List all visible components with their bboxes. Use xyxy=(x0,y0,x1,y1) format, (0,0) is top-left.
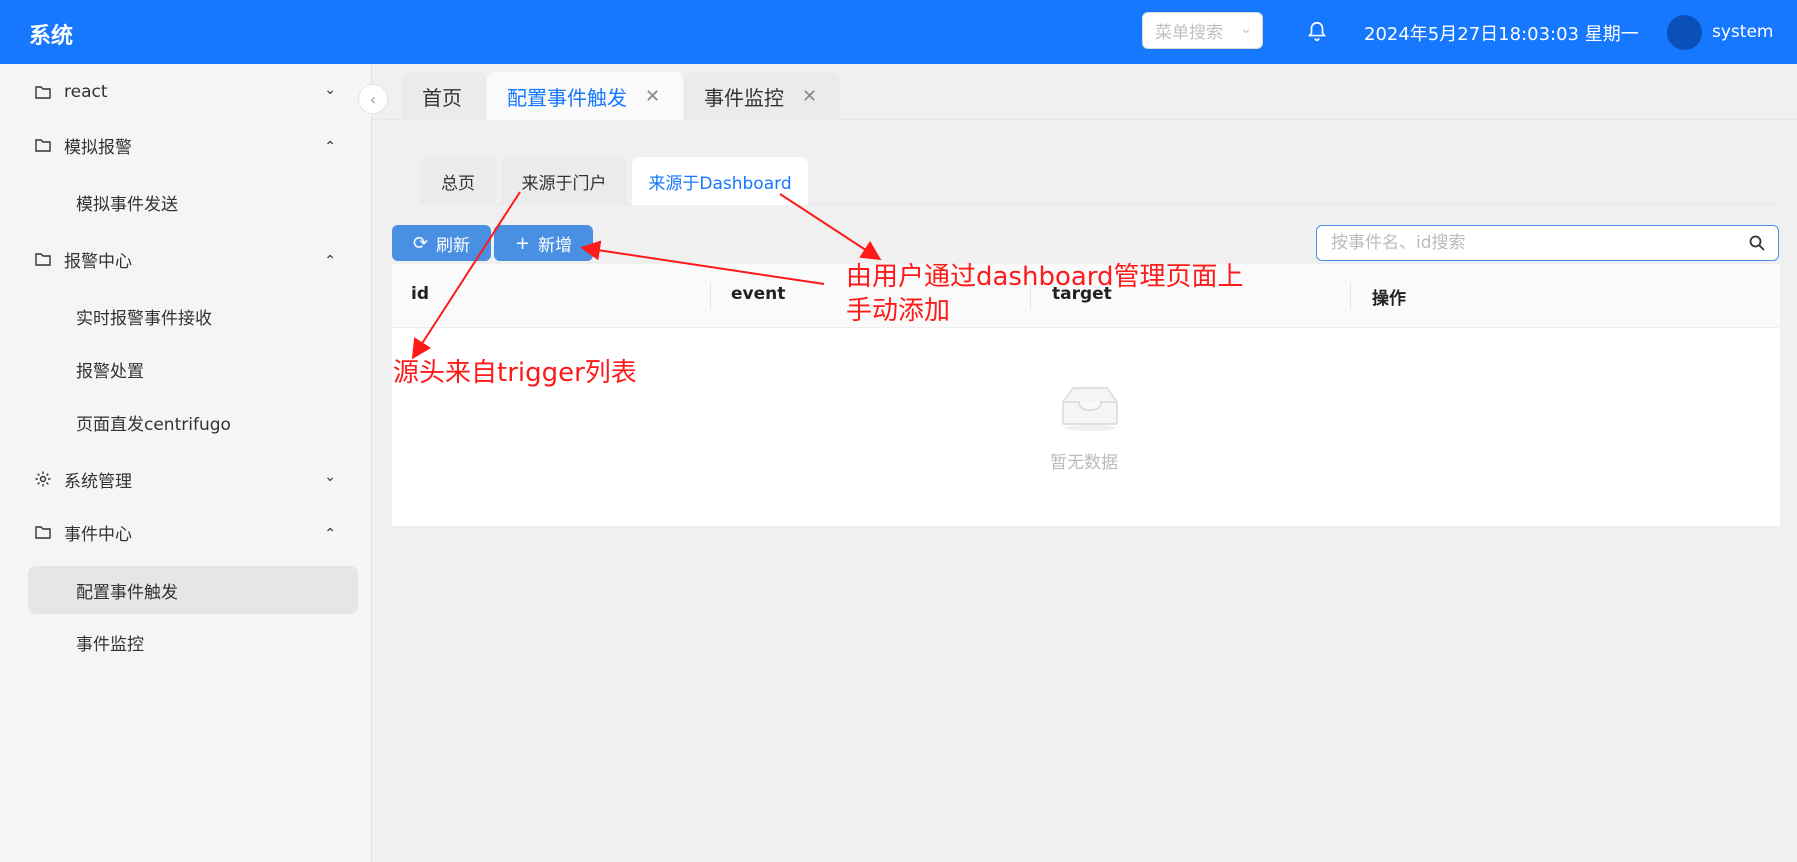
folder-icon xyxy=(35,526,51,539)
sidebar-item-react[interactable]: react ⌄ xyxy=(28,68,358,116)
avatar[interactable] xyxy=(1667,15,1702,50)
refresh-button[interactable]: ⟳ 刷新 xyxy=(392,225,491,261)
sidebar-subitem-label: 页面直发centrifugo xyxy=(76,414,231,435)
sidebar-item-event-center[interactable]: 事件中心 ⌃ xyxy=(28,508,358,556)
folder-icon xyxy=(35,253,51,266)
sidebar-subitem-label: 模拟事件发送 xyxy=(76,194,178,215)
sidebar-collapse-button[interactable]: ‹ xyxy=(358,84,388,114)
sidebar-subitem-label: 实时报警事件接收 xyxy=(76,308,212,329)
column-header-id: id xyxy=(411,284,429,304)
app-title: 系统 xyxy=(29,24,74,49)
chevron-down-icon: ⌄ xyxy=(324,82,336,98)
sidebar-subitem-centrifugo[interactable]: 页面直发centrifugo xyxy=(28,398,358,446)
tab-label: 事件监控 xyxy=(704,85,784,110)
sidebar-subitem-config-event-trigger[interactable]: 配置事件触发 xyxy=(28,566,358,614)
plus-icon: + xyxy=(514,232,531,254)
current-datetime: 2024年5月27日18:03:03 星期一 xyxy=(1364,24,1639,45)
sidebar-subitem-realtime-alarm[interactable]: 实时报警事件接收 xyxy=(28,292,358,340)
sub-tab-label: 来源于门户 xyxy=(521,173,607,194)
top-header: 系统 菜单搜索 ⌄ 2024年5月27日18:03:03 星期一 system xyxy=(0,0,1797,64)
bell-icon[interactable] xyxy=(1306,19,1328,43)
close-icon[interactable]: ✕ xyxy=(645,86,660,107)
sidebar-item-label: 报警中心 xyxy=(64,251,132,272)
add-button[interactable]: + 新增 xyxy=(494,225,593,261)
sidebar-item-system-management[interactable]: 系统管理 ⌄ xyxy=(28,455,358,503)
chevron-up-icon: ⌃ xyxy=(324,253,336,269)
sub-tab-from-dashboard[interactable]: 来源于Dashboard xyxy=(632,157,808,205)
search-input[interactable] xyxy=(1331,233,1731,253)
column-divider xyxy=(1350,282,1351,310)
sidebar-item-label: 模拟报警 xyxy=(64,137,132,158)
add-button-label: 新增 xyxy=(538,235,573,256)
sidebar-item-label: 系统管理 xyxy=(64,471,132,492)
sidebar: react ⌄ 模拟报警 ⌃ 模拟事件发送 报警中心 ⌃ 实时报警事件接收 报警… xyxy=(0,64,372,862)
gear-icon xyxy=(35,471,51,487)
sidebar-subitem-simulated-event-send[interactable]: 模拟事件发送 xyxy=(28,178,358,226)
search-field[interactable] xyxy=(1316,225,1779,261)
annotation-trigger-note: 源头来自trigger列表 xyxy=(393,358,637,388)
annotation-dashboard-note: 由用户通过dashboard管理页面上 手动添加 xyxy=(846,260,1244,328)
sidebar-subitem-event-monitor[interactable]: 事件监控 xyxy=(28,618,358,666)
chevron-down-icon: ⌄ xyxy=(324,469,336,485)
sidebar-item-alarm-center[interactable]: 报警中心 ⌃ xyxy=(28,235,358,283)
column-divider xyxy=(710,282,711,310)
chevron-up-icon: ⌃ xyxy=(324,139,336,155)
sidebar-subitem-label: 事件监控 xyxy=(76,634,144,655)
sub-tab-from-portal[interactable]: 来源于门户 xyxy=(501,157,627,205)
refresh-icon: ⟳ xyxy=(412,232,429,254)
username[interactable]: system xyxy=(1712,22,1773,42)
refresh-button-label: 刷新 xyxy=(436,235,471,256)
menu-search-select[interactable]: 菜单搜索 ⌄ xyxy=(1142,12,1263,49)
sidebar-subitem-label: 配置事件触发 xyxy=(76,582,178,603)
sidebar-item-simulated-alarm[interactable]: 模拟报警 ⌃ xyxy=(28,121,358,169)
empty-inbox-icon xyxy=(1062,387,1118,431)
sidebar-subitem-label: 报警处置 xyxy=(76,361,144,382)
annotation-line: 手动添加 xyxy=(846,296,951,326)
annotation-line: 由用户通过dashboard管理页面上 xyxy=(846,262,1244,292)
search-icon[interactable] xyxy=(1748,234,1766,252)
app-root: 系统 菜单搜索 ⌄ 2024年5月27日18:03:03 星期一 system … xyxy=(0,0,1797,862)
sidebar-item-label: 事件中心 xyxy=(64,524,132,545)
tab-event-monitor[interactable]: 事件监控 ✕ xyxy=(684,72,840,120)
chevron-down-icon: ⌄ xyxy=(1240,21,1252,37)
column-header-event: event xyxy=(731,284,786,304)
sidebar-subitem-alarm-handling[interactable]: 报警处置 xyxy=(28,345,358,393)
column-header-actions: 操作 xyxy=(1372,289,1406,309)
empty-text: 暂无数据 xyxy=(1050,453,1118,473)
sub-tab-label: 来源于Dashboard xyxy=(648,173,792,194)
sidebar-item-label: react xyxy=(64,82,108,102)
menu-search-placeholder: 菜单搜索 xyxy=(1155,23,1223,43)
tab-label: 首页 xyxy=(422,85,462,110)
close-icon[interactable]: ✕ xyxy=(802,86,817,107)
chevron-up-icon: ⌃ xyxy=(324,526,336,542)
folder-icon xyxy=(35,86,51,99)
tab-config-event-trigger[interactable]: 配置事件触发 ✕ xyxy=(487,72,683,120)
folder-icon xyxy=(35,139,51,152)
page-tabs: 首页 配置事件触发 ✕ 事件监控 ✕ xyxy=(372,64,1797,120)
tab-home[interactable]: 首页 xyxy=(402,72,486,120)
tab-label: 配置事件触发 xyxy=(507,85,627,110)
sub-tab-overview[interactable]: 总页 xyxy=(420,157,496,205)
sub-tab-label: 总页 xyxy=(441,173,475,194)
